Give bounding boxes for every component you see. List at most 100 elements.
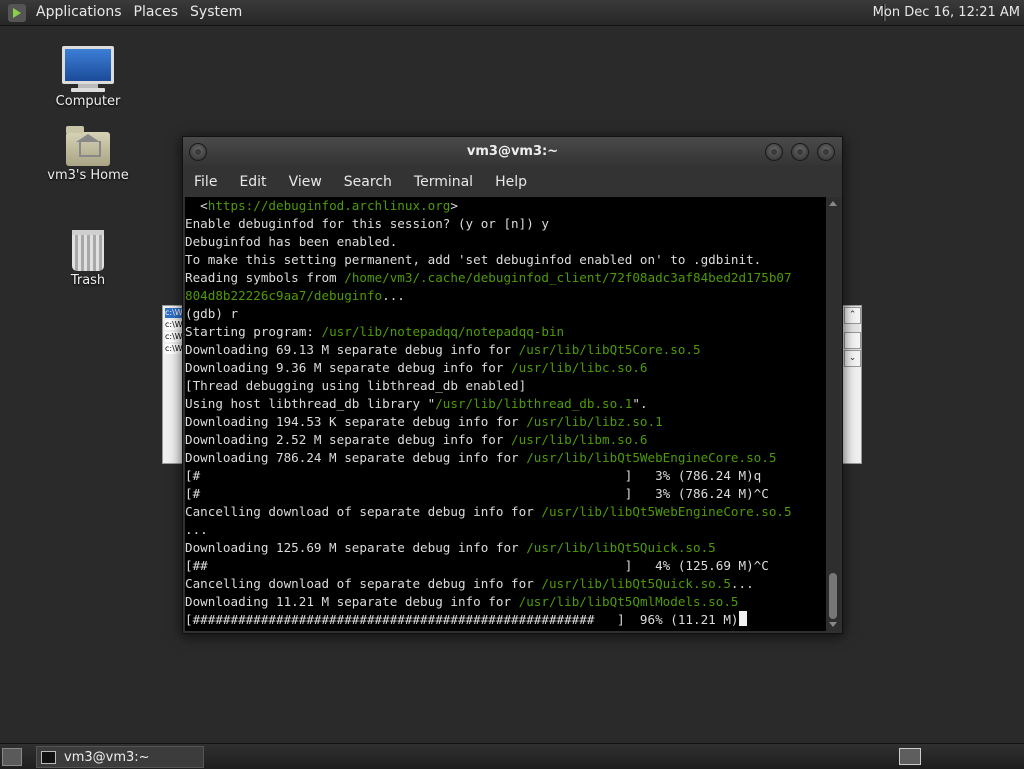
terminal-path-text: /usr/lib/libthread_db.so.1 bbox=[435, 396, 633, 411]
terminal-line: Debuginfod has been enabled. bbox=[185, 233, 826, 251]
terminal-text-segment: Enable debuginfod for this session? (y o… bbox=[185, 216, 549, 231]
terminal-path-text: /usr/lib/notepadqq/notepadqq-bin bbox=[321, 324, 565, 339]
scroll-thumb[interactable] bbox=[844, 332, 861, 349]
menu-help[interactable]: Help bbox=[484, 167, 538, 197]
terminal-line: Enable debuginfod for this session? (y o… bbox=[185, 215, 826, 233]
trash-icon bbox=[72, 230, 104, 271]
terminal-text-segment: (gdb) r bbox=[185, 306, 239, 321]
terminal-text-segment: Downloading 194.53 K separate debug info… bbox=[185, 414, 527, 429]
show-desktop-icon[interactable] bbox=[2, 748, 22, 766]
menu-terminal[interactable]: Terminal bbox=[403, 167, 484, 197]
bottom-panel: vm3@vm3:~ bbox=[0, 743, 1024, 769]
terminal-line: 804d8b22226c9aa7/debuginfo... bbox=[185, 287, 826, 305]
terminal-path-text: /usr/lib/libQt5Quick.so.5 bbox=[526, 540, 716, 555]
workspace-switcher-icon[interactable] bbox=[899, 748, 921, 765]
terminal-line: [Thread debugging using libthread_db ena… bbox=[185, 377, 826, 395]
menu-places[interactable]: Places bbox=[128, 0, 185, 25]
menu-file[interactable]: File bbox=[183, 167, 228, 197]
terminal-line: Cancelling download of separate debug in… bbox=[185, 575, 826, 593]
terminal-text-segment: [Thread debugging using libthread_db ena… bbox=[185, 378, 527, 393]
terminal-titlebar[interactable]: vm3@vm3:~ bbox=[183, 137, 842, 167]
desktop-icon-trash[interactable]: Trash bbox=[38, 226, 138, 288]
menu-system[interactable]: System bbox=[184, 0, 248, 25]
terminal-text-segment: ... bbox=[185, 522, 208, 537]
home-folder-icon bbox=[66, 126, 110, 166]
terminal-text-segment: Using host libthread_db library " bbox=[185, 396, 436, 411]
terminal-line: [# ] 3% (786.24 M)q bbox=[185, 467, 826, 485]
terminal-line: Downloading 2.52 M separate debug info f… bbox=[185, 431, 826, 449]
terminal-line: [# ] 3% (786.24 M)^C bbox=[185, 485, 826, 503]
terminal-text-segment: Starting program: bbox=[185, 324, 322, 339]
terminal-text-segment: [# ] 3% (786.24 M)^C bbox=[185, 486, 769, 501]
terminal-line: [#######################################… bbox=[185, 611, 826, 629]
terminal-line: <https://debuginfod.archlinux.org> bbox=[185, 197, 826, 215]
terminal-line: (gdb) r bbox=[185, 305, 826, 323]
terminal-text-segment: Reading symbols from bbox=[185, 270, 345, 285]
background-window-scrollbar[interactable]: ⌃ ⌄ bbox=[842, 306, 861, 367]
terminal-path-text: https://debuginfod.archlinux.org bbox=[207, 198, 451, 213]
terminal-text-segment: Downloading 2.52 M separate debug info f… bbox=[185, 432, 512, 447]
desktop-icon-computer[interactable]: Computer bbox=[38, 46, 138, 109]
scroll-down-icon[interactable] bbox=[829, 622, 837, 627]
terminal-output[interactable]: <https://debuginfod.archlinux.org> Enable… bbox=[185, 197, 826, 631]
taskbar-item-terminal[interactable]: vm3@vm3:~ bbox=[36, 746, 204, 768]
terminal-line: Reading symbols from /home/vm3/.cache/de… bbox=[185, 269, 826, 287]
menu-applications[interactable]: Applications bbox=[30, 0, 128, 25]
window-title: vm3@vm3:~ bbox=[466, 144, 559, 159]
terminal-text-segment: > bbox=[450, 198, 458, 213]
terminal-menubar: File Edit View Search Terminal Help bbox=[183, 167, 842, 197]
scroll-up-icon[interactable] bbox=[829, 201, 837, 206]
terminal-line: Downloading 11.21 M separate debug info … bbox=[185, 593, 826, 611]
scroll-thumb[interactable] bbox=[829, 573, 837, 619]
terminal-path-text: /usr/lib/libQt5WebEngineCore.so.5 bbox=[526, 450, 777, 465]
terminal-cursor bbox=[738, 611, 747, 626]
terminal-path-text: /usr/lib/libm.so.6 bbox=[511, 432, 648, 447]
terminal-line: To make this setting permanent, add 'set… bbox=[185, 251, 826, 269]
terminal-path-text: /usr/lib/libQt5QmlModels.so.5 bbox=[518, 594, 739, 609]
terminal-line: Downloading 125.69 M separate debug info… bbox=[185, 539, 826, 557]
scroll-down-icon[interactable]: ⌄ bbox=[844, 350, 861, 367]
terminal-line: Using host libthread_db library "/usr/li… bbox=[185, 395, 826, 413]
scroll-up-icon[interactable]: ⌃ bbox=[844, 307, 861, 324]
computer-icon bbox=[38, 46, 138, 92]
desktop-icon-label: Computer bbox=[55, 94, 121, 109]
desktop-icon-label: Trash bbox=[70, 273, 106, 288]
terminal-line: Cancelling download of separate debug in… bbox=[185, 503, 826, 521]
terminal-line: Downloading 194.53 K separate debug info… bbox=[185, 413, 826, 431]
terminal-line: Starting program: /usr/lib/notepadqq/not… bbox=[185, 323, 826, 341]
terminal-icon bbox=[41, 750, 56, 764]
terminal-text-segment: [## ] 4% (125.69 M)^C bbox=[185, 558, 769, 573]
close-icon[interactable] bbox=[817, 143, 835, 161]
maximize-icon[interactable] bbox=[791, 143, 809, 161]
terminal-text-segment: [# ] 3% (786.24 M)q bbox=[185, 468, 762, 483]
terminal-text-segment: Downloading 125.69 M separate debug info… bbox=[185, 540, 527, 555]
terminal-path-text: /usr/lib/libz.so.1 bbox=[526, 414, 663, 429]
terminal-text-segment: ... bbox=[382, 288, 405, 303]
terminal-path-text: /home/vm3/.cache/debuginfod_client/72f08… bbox=[344, 270, 792, 285]
minimize-icon[interactable] bbox=[765, 143, 783, 161]
terminal-line: ... bbox=[185, 521, 826, 539]
desktop-icon-label: vm3's Home bbox=[47, 168, 129, 183]
menu-edit[interactable]: Edit bbox=[228, 167, 277, 197]
top-panel: Applications Places System Mon Dec 16, 1… bbox=[0, 0, 1024, 26]
terminal-scrollbar[interactable] bbox=[826, 197, 840, 631]
terminal-path-text: /usr/lib/libc.so.6 bbox=[511, 360, 648, 375]
terminal-text-segment: [#######################################… bbox=[185, 612, 739, 627]
taskbar-item-label: vm3@vm3:~ bbox=[64, 749, 150, 765]
terminal-line: Downloading 69.13 M separate debug info … bbox=[185, 341, 826, 359]
terminal-text: <https://debuginfod.archlinux.org> Enable… bbox=[185, 197, 826, 629]
terminal-text-segment: Downloading 9.36 M separate debug info f… bbox=[185, 360, 512, 375]
terminal-line: Downloading 786.24 M separate debug info… bbox=[185, 449, 826, 467]
terminal-path-text: 804d8b22226c9aa7/debuginfo bbox=[185, 288, 383, 303]
terminal-text-segment: To make this setting permanent, add 'set… bbox=[185, 252, 762, 267]
terminal-line: [## ] 4% (125.69 M)^C bbox=[185, 557, 826, 575]
applications-logo-icon[interactable] bbox=[8, 3, 26, 22]
terminal-window[interactable]: vm3@vm3:~ File Edit View Search Terminal… bbox=[182, 136, 843, 634]
terminal-text-segment: Downloading 11.21 M separate debug info … bbox=[185, 594, 519, 609]
menu-view[interactable]: View bbox=[278, 167, 333, 197]
terminal-path-text: /usr/lib/libQt5Core.so.5 bbox=[518, 342, 701, 357]
terminal-text-segment: < bbox=[185, 198, 208, 213]
menu-search[interactable]: Search bbox=[333, 167, 403, 197]
clock[interactable]: Mon Dec 16, 12:21 AM bbox=[873, 0, 1020, 25]
desktop-icon-home[interactable]: vm3's Home bbox=[38, 126, 138, 183]
